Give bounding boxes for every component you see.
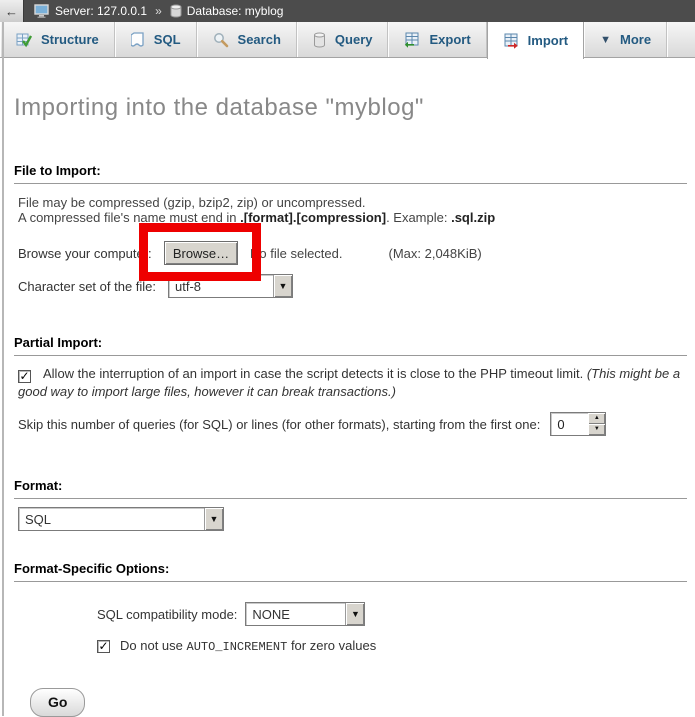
allow-interruption-text: Allow the interruption of an import in c… xyxy=(43,366,587,381)
sql-compatibility-select[interactable]: NONE ▼ xyxy=(245,602,365,626)
dropdown-arrow-icon: ▼ xyxy=(204,508,223,530)
auto-increment-prefix: Do not use xyxy=(120,638,187,653)
compression-format-pattern: .[format].[compression] xyxy=(240,210,386,225)
compression-note-line2-prefix: A compressed file's name must end in xyxy=(18,210,240,225)
charset-select-value: utf-8 xyxy=(169,275,273,297)
spinner-buttons: ▲ ▼ xyxy=(588,413,605,435)
max-size-text: (Max: 2,048KiB) xyxy=(389,246,482,261)
charset-label: Character set of the file: xyxy=(18,279,168,294)
sql-icon xyxy=(131,32,145,48)
compression-note: File may be compressed (gzip, bzip2, zip… xyxy=(14,195,689,225)
tab-sql-label: SQL xyxy=(154,32,181,47)
back-arrow-icon: ← xyxy=(5,4,18,19)
tab-structure-label: Structure xyxy=(41,32,99,47)
skip-queries-label: Skip this number of queries (for SQL) or… xyxy=(18,417,540,432)
breadcrumb-database-link[interactable]: Database: myblog xyxy=(187,4,284,18)
dropdown-arrow-icon: ▼ xyxy=(345,603,364,625)
query-icon xyxy=(313,32,326,48)
import-icon xyxy=(503,33,519,49)
allow-interruption-row: ✓ Allow the interruption of an import in … xyxy=(14,365,689,401)
tab-import[interactable]: Import xyxy=(487,22,584,59)
breadcrumb-server-link[interactable]: Server: 127.0.0.1 xyxy=(55,4,147,18)
auto-increment-code: AUTO_INCREMENT xyxy=(187,640,288,654)
auto-increment-text: Do not use AUTO_INCREMENT for zero value… xyxy=(120,638,376,654)
export-icon xyxy=(404,32,420,48)
server-icon xyxy=(34,4,50,18)
sql-compatibility-row: SQL compatibility mode: NONE ▼ xyxy=(14,601,689,627)
section-heading-format-specific-options: Format-Specific Options: xyxy=(14,561,687,582)
more-arrow-icon: ▼ xyxy=(600,34,611,46)
section-heading-file-to-import: File to Import: xyxy=(14,163,687,184)
auto-increment-checkbox[interactable]: ✓ xyxy=(97,640,110,653)
page-title: Importing into the database "myblog" xyxy=(14,94,689,122)
database-icon xyxy=(170,4,182,18)
section-heading-partial-import: Partial Import: xyxy=(14,335,687,356)
tab-export[interactable]: Export xyxy=(388,22,486,57)
tab-query-label: Query xyxy=(335,32,373,47)
auto-increment-row: ✓ Do not use AUTO_INCREMENT for zero val… xyxy=(14,637,689,655)
tab-bar: Structure SQL Search Query xyxy=(0,22,695,58)
skip-queries-value: 0 xyxy=(551,413,588,435)
frame-divider xyxy=(2,22,4,716)
browse-button[interactable]: Browse… xyxy=(164,241,238,265)
spinner-down-icon[interactable]: ▼ xyxy=(588,424,605,435)
charset-select[interactable]: utf-8 ▼ xyxy=(168,274,293,298)
auto-increment-suffix: for zero values xyxy=(287,638,376,653)
tab-search[interactable]: Search xyxy=(197,22,297,57)
format-row: SQL ▼ xyxy=(14,507,689,531)
sql-compatibility-label: SQL compatibility mode: xyxy=(97,607,237,622)
go-row: Go xyxy=(14,688,689,717)
structure-icon xyxy=(16,32,32,48)
go-button[interactable]: Go xyxy=(30,688,85,717)
tab-import-label: Import xyxy=(528,33,568,48)
browse-label: Browse your computer: xyxy=(18,246,164,261)
tab-query[interactable]: Query xyxy=(297,22,389,57)
back-button[interactable]: ← xyxy=(0,0,24,22)
search-icon xyxy=(213,32,229,48)
breadcrumb: Server: 127.0.0.1 » Database: myblog xyxy=(34,4,283,18)
tab-more[interactable]: ▼ More xyxy=(584,22,667,57)
import-page: Importing into the database "myblog" Fil… xyxy=(0,94,695,717)
tab-structure[interactable]: Structure xyxy=(0,22,115,57)
tabbar-filler xyxy=(667,22,695,57)
dropdown-arrow-icon: ▼ xyxy=(273,275,292,297)
breadcrumb-separator: » xyxy=(155,4,162,18)
compression-note-line1: File may be compressed (gzip, bzip2, zip… xyxy=(18,195,366,210)
browse-row: Browse your computer: Browse… No file se… xyxy=(14,240,689,266)
sql-compatibility-value: NONE xyxy=(246,603,345,625)
section-heading-format: Format: xyxy=(14,478,687,499)
compression-example: .sql.zip xyxy=(451,210,495,225)
compression-note-line2-mid: . Example: xyxy=(386,210,451,225)
format-select-value: SQL xyxy=(19,508,204,530)
breadcrumb-bar: ← Server: 127.0.0.1 » Database: myblog xyxy=(0,0,695,22)
tab-sql[interactable]: SQL xyxy=(115,22,197,57)
tab-more-label: More xyxy=(620,32,651,47)
charset-row: Character set of the file: utf-8 ▼ xyxy=(14,273,689,299)
no-file-selected-text: No file selected. xyxy=(250,246,343,261)
spinner-up-icon[interactable]: ▲ xyxy=(588,413,605,424)
skip-queries-row: Skip this number of queries (for SQL) or… xyxy=(14,412,689,436)
allow-interruption-checkbox[interactable]: ✓ xyxy=(18,370,31,383)
tab-export-label: Export xyxy=(429,32,470,47)
format-select[interactable]: SQL ▼ xyxy=(18,507,224,531)
tab-search-label: Search xyxy=(238,32,281,47)
skip-queries-spinner[interactable]: 0 ▲ ▼ xyxy=(550,412,606,436)
